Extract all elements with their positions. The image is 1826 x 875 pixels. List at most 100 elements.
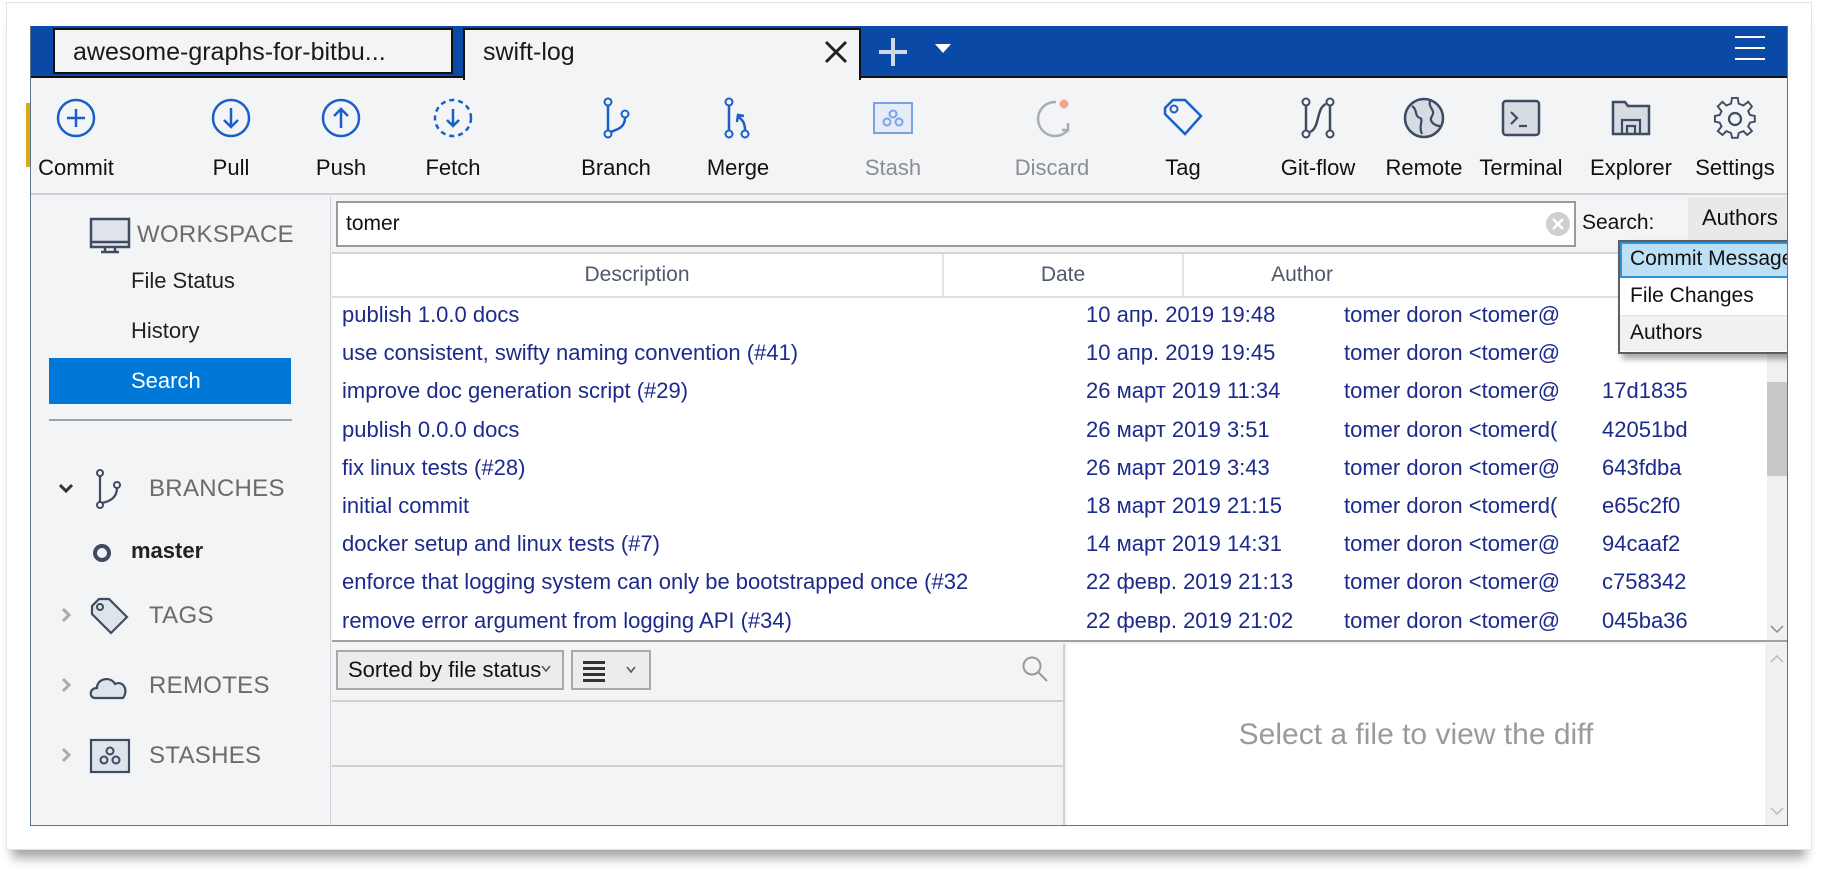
result-row[interactable]: use consistent, swifty naming convention…: [332, 336, 1767, 374]
search-box: [336, 201, 1576, 247]
push-icon: [321, 98, 361, 138]
view-mode-select[interactable]: [571, 650, 651, 690]
result-row[interactable]: initial commit 18 март 2019 21:15 tomer do…: [332, 489, 1767, 527]
commit-author: tomer doron <tomer@: [1344, 454, 1561, 480]
search-mode-value: Authors: [1702, 205, 1778, 230]
branch-label: Branch: [581, 155, 651, 180]
result-row[interactable]: publish 0.0.0 docs 26 март 2019 3:51 tomer…: [332, 413, 1767, 451]
result-row[interactable]: improve doc generation script (#29) 26 ма…: [332, 374, 1767, 412]
git-flow-button[interactable]: Git-flow: [1271, 78, 1365, 195]
tab-label: swift-log: [483, 38, 575, 66]
sidebar-item-label: History: [131, 318, 200, 343]
settings-button[interactable]: Settings: [1685, 78, 1785, 195]
merge-label: Merge: [706, 155, 770, 180]
gear-icon: [1713, 96, 1756, 139]
sidebar-section-remotes[interactable]: REMOTES: [49, 664, 309, 708]
discard-button[interactable]: Discard: [1007, 78, 1097, 195]
commit-icon: [56, 98, 96, 138]
scroll-down-icon[interactable]: [1770, 624, 1784, 634]
option-commit-messages[interactable]: Commit Messages: [1620, 242, 1787, 278]
new-tab-plus-icon[interactable]: [873, 32, 913, 72]
commit-button[interactable]: Commit: [31, 78, 121, 195]
tab-list-dropdown-icon[interactable]: [935, 44, 951, 53]
diff-scrollbar[interactable]: [1765, 644, 1787, 825]
chevron-right-icon[interactable]: [57, 676, 75, 694]
result-row[interactable]: docker setup and linux tests (#7) 14 март…: [332, 527, 1767, 565]
sort-select[interactable]: Sorted by file status: [336, 650, 564, 690]
fetch-button[interactable]: Fetch: [411, 78, 495, 195]
scroll-up-icon[interactable]: [1770, 654, 1784, 664]
search-mode-dropdown: Commit Messages File Changes Authors: [1618, 240, 1787, 354]
sidebar-item-label: File Status: [131, 268, 235, 293]
sidebar-item-history[interactable]: History: [49, 308, 291, 354]
commit-author: tomer doron <tomer@: [1344, 569, 1561, 595]
workspace-title: WORKSPACE: [137, 221, 294, 248]
pull-button[interactable]: Pull: [191, 78, 271, 195]
stash-label: Stash: [864, 155, 922, 180]
sidebar-section-stashes[interactable]: STASHES: [49, 734, 309, 778]
commit-date: 22 февр. 2019 21:02: [1086, 607, 1294, 633]
option-file-changes[interactable]: File Changes: [1620, 279, 1787, 315]
commit-author: tomer doron <tomerd(: [1344, 493, 1558, 518]
discard-label: Discard: [1014, 155, 1090, 180]
commit-hash: 42051bd: [1602, 416, 1688, 442]
sidebar-item-search[interactable]: Search: [49, 358, 291, 404]
commit-author: tomer doron <tomer@: [1344, 302, 1561, 327]
terminal-button[interactable]: Terminal: [1467, 78, 1575, 195]
explorer-label: Explorer: [1590, 155, 1672, 180]
column-header-date[interactable]: Date: [944, 254, 1184, 298]
sidebar-section-branches[interactable]: BRANCHES: [49, 467, 309, 511]
discard-icon: [1036, 99, 1070, 138]
column-header-description[interactable]: Description: [332, 254, 944, 298]
diff-pane: Select a file to view the diff: [1067, 644, 1787, 825]
tag-button[interactable]: Tag: [1151, 78, 1215, 195]
commit-hash: c758342: [1602, 569, 1687, 595]
tab-awesome-graphs[interactable]: awesome-graphs-for-bitbu...: [53, 28, 453, 74]
branch-button[interactable]: Branch: [571, 78, 661, 195]
tag-icon: [1163, 98, 1203, 136]
commit-author: tomer doron <tomer@: [1344, 531, 1561, 557]
scroll-down-icon[interactable]: [1770, 806, 1784, 816]
close-tab-icon[interactable]: [821, 34, 851, 70]
commit-author: tomer doron <tomer@: [1344, 607, 1561, 633]
search-mode-select[interactable]: Authors: [1688, 197, 1787, 243]
commit-hash: 643fdba: [1602, 454, 1682, 480]
merge-button[interactable]: Merge: [697, 78, 779, 195]
git-flow-icon: [1301, 97, 1335, 139]
sidebar-section-tags[interactable]: TAGS: [49, 594, 309, 638]
result-row[interactable]: fix linux tests (#28) 26 март 2019 3:43 to…: [332, 451, 1767, 489]
option-authors[interactable]: Authors: [1620, 315, 1787, 351]
tab-swift-log[interactable]: swift-log: [463, 28, 861, 80]
search-input[interactable]: [346, 207, 1526, 241]
pull-label: Pull: [212, 155, 250, 180]
stash-button[interactable]: Stash: [853, 78, 933, 195]
commit-description: initial commit: [342, 493, 470, 518]
hamburger-menu-icon[interactable]: [1735, 36, 1765, 62]
commit-description: enforce that logging system can only be …: [342, 569, 969, 595]
result-row[interactable]: enforce that logging system can only be …: [332, 565, 1767, 603]
result-row[interactable]: remove error argument from logging API (…: [332, 604, 1767, 640]
search-mode-label: Search:: [1582, 211, 1655, 234]
commit-description: use consistent, swifty naming convention…: [342, 340, 799, 366]
column-header-author[interactable]: Author: [1184, 254, 1420, 298]
explorer-button[interactable]: Explorer: [1577, 78, 1685, 195]
monitor-icon: [89, 217, 131, 254]
tag-icon: [90, 597, 129, 635]
clear-search-icon[interactable]: [1546, 212, 1570, 236]
scrollbar-thumb[interactable]: [1767, 382, 1787, 476]
sidebar-item-file-status[interactable]: File Status: [49, 258, 291, 304]
list-view-icon: [583, 661, 605, 685]
chevron-right-icon[interactable]: [57, 606, 75, 624]
push-button[interactable]: Push: [301, 78, 381, 195]
result-row[interactable]: publish 1.0.0 docs 10 апр. 2019 19:48 tome…: [332, 298, 1767, 336]
results-header: Description Date Author: [332, 252, 1787, 298]
search-icon[interactable]: [1020, 654, 1050, 684]
stash-icon: [873, 102, 913, 134]
branches-title: BRANCHES: [149, 475, 285, 502]
results-list: remove error argument from logging API (…: [332, 298, 1787, 642]
sort-select-value: Sorted by file status: [348, 657, 542, 682]
chevron-down-icon[interactable]: [57, 479, 75, 497]
diff-placeholder: Select a file to view the diff: [1238, 718, 1594, 751]
commit-author: tomer doron <tomer@: [1344, 378, 1561, 404]
chevron-right-icon[interactable]: [57, 746, 75, 764]
